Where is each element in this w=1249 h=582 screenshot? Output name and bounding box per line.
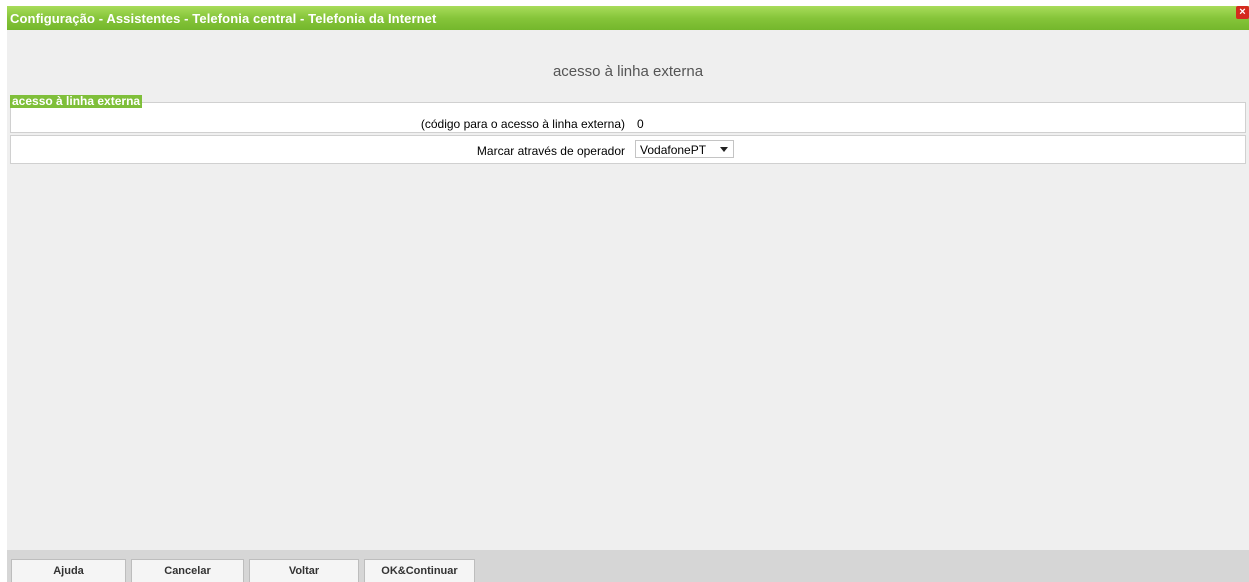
page-heading: acesso à linha externa <box>552 63 704 80</box>
title-bar: Configuração - Assistentes - Telefonia c… <box>7 6 1249 30</box>
external-line-code-row: (código para o acesso à linha externa) 0 <box>10 102 1246 133</box>
help-button[interactable]: Ajuda <box>11 559 126 582</box>
window-title: Configuração - Assistentes - Telefonia c… <box>10 11 437 26</box>
ok-continue-button[interactable]: OK&Continuar <box>364 559 475 582</box>
external-line-code-value: 0 <box>637 117 644 131</box>
dial-via-operator-label: Marcar através de operador <box>476 144 625 158</box>
operator-select[interactable]: VodafonePT <box>635 140 734 158</box>
external-line-code-label: (código para o acesso à linha externa) <box>420 117 625 131</box>
dial-via-operator-row: Marcar através de operador VodafonePT <box>10 135 1246 164</box>
footer-bar: Ajuda Cancelar Voltar OK&Continuar <box>7 550 1249 582</box>
close-icon[interactable]: × <box>1236 6 1249 19</box>
back-button[interactable]: Voltar <box>249 559 359 582</box>
wizard-window: Configuração - Assistentes - Telefonia c… <box>7 6 1249 582</box>
operator-select-value: VodafonePT <box>640 143 707 157</box>
cancel-button[interactable]: Cancelar <box>131 559 244 582</box>
chevron-down-icon <box>720 147 728 152</box>
section-title: acesso à linha externa <box>10 94 143 108</box>
